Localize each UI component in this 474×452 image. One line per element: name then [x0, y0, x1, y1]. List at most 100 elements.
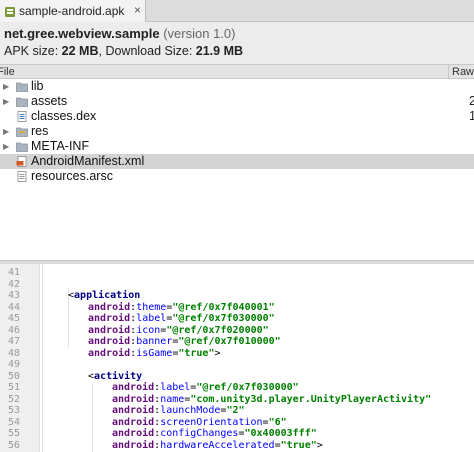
- code-line: 41: [0, 267, 474, 279]
- file-name: res: [31, 124, 49, 138]
- code-line: 47 android:banner="@ref/0x7f010000": [0, 336, 474, 348]
- file-name: assets: [31, 94, 68, 108]
- code-token-attr: label: [160, 382, 191, 393]
- close-tab-icon[interactable]: ×: [134, 4, 141, 17]
- folder-icon: [16, 81, 28, 92]
- package-line: net.gree.webview.sample (version 1.0): [4, 26, 235, 41]
- line-number: 49: [7, 359, 20, 370]
- res-folder-icon: [16, 126, 28, 137]
- code-line: 56 android:hardwareAccelerated="true">: [0, 440, 474, 452]
- code-line: 48 android:isGame="true">: [0, 348, 474, 360]
- code-token-ns: android: [88, 336, 131, 347]
- code-text: android:screenOrientation="6": [112, 417, 287, 429]
- code-token-val: "@ref/0x7f010000": [178, 336, 281, 347]
- column-header-file[interactable]: File: [0, 66, 15, 78]
- file-table-header: File Raw File Size: [0, 64, 474, 102]
- file-row-meta-inf[interactable]: ▶ META-INF: [0, 139, 474, 154]
- line-number: 45: [7, 313, 20, 324]
- code-token-val: "@ref/0x7f030000": [196, 382, 299, 393]
- apk-size-label: APK size:: [4, 44, 62, 58]
- expand-arrow-icon[interactable]: ▶: [3, 142, 9, 151]
- line-number: 51: [7, 382, 20, 393]
- code-text: android:launchMode="2": [112, 405, 245, 417]
- code-token-tag: application: [74, 290, 141, 301]
- file-raw-size: 1: [469, 109, 474, 123]
- apk-summary-header: net.gree.webview.sample (version 1.0) AP…: [0, 22, 474, 64]
- line-number: 42: [7, 278, 20, 290]
- code-text: android:theme="@ref/0x7f040001": [88, 302, 275, 314]
- code-text: android:isGame="true">: [88, 348, 221, 360]
- column-divider[interactable]: [448, 65, 449, 79]
- code-text: android:label="@ref/0x7f030000": [88, 313, 275, 325]
- file-row-lib[interactable]: ▶ lib: [0, 79, 474, 94]
- code-token-val: "6": [268, 416, 287, 428]
- code-token-ns: android: [112, 428, 155, 439]
- expand-arrow-icon[interactable]: ▶: [3, 127, 9, 136]
- code-token-attr: launchMode: [160, 405, 221, 416]
- code-token-ns: android: [88, 301, 131, 313]
- code-token-attr: label: [136, 313, 167, 324]
- code-token-punct: >: [316, 439, 323, 451]
- code-line: 51 android:label="@ref/0x7f030000": [0, 382, 474, 394]
- arsc-file-icon: [16, 171, 28, 182]
- code-token-attr: configChanges: [160, 428, 239, 439]
- code-text: android:icon="@ref/0x7f020000": [88, 325, 269, 337]
- line-number: 46: [7, 324, 20, 336]
- expand-arrow-icon[interactable]: ▶: [3, 97, 9, 106]
- dex-file-icon: [16, 111, 28, 122]
- code-token-attr: isGame: [136, 347, 173, 359]
- manifest-code-editor[interactable]: 41 42 43 <application 44 android:theme="@ref/…: [0, 264, 474, 452]
- code-line: 53 android:launchMode="2": [0, 405, 474, 417]
- download-size-label: , Download Size:: [98, 44, 196, 58]
- xml-file-icon: [16, 156, 28, 167]
- package-name: net.gree.webview.sample: [4, 26, 160, 41]
- code-text: android:banner="@ref/0x7f010000": [88, 336, 281, 348]
- folder-icon: [16, 141, 28, 152]
- file-row-classes-dex[interactable]: classes.dex 1: [0, 109, 474, 124]
- code-line: 45 android:label="@ref/0x7f030000": [0, 313, 474, 325]
- code-text: <activity: [88, 371, 142, 383]
- code-token-attr: hardwareAccelerated: [160, 439, 275, 451]
- line-number: 47: [7, 336, 20, 347]
- code-text: android:hardwareAccelerated="true">: [112, 440, 323, 452]
- line-number: 56: [7, 439, 20, 451]
- file-row-androidmanifest-xml[interactable]: AndroidManifest.xml: [0, 154, 474, 169]
- size-line: APK size: 22 MB, Download Size: 21.9 MB: [4, 44, 243, 58]
- line-number: 48: [7, 347, 20, 359]
- code-line: 43 <application: [0, 290, 474, 302]
- expand-arrow-icon[interactable]: ▶: [3, 82, 9, 91]
- file-row-res[interactable]: ▶ res: [0, 124, 474, 139]
- file-name: AndroidManifest.xml: [31, 154, 145, 168]
- file-row-resources-arsc[interactable]: resources.arsc: [0, 169, 474, 184]
- file-raw-size: 2: [469, 94, 474, 108]
- editor-tab-bar: sample-android.apk ×: [0, 0, 474, 22]
- code-token-val: "com.unity3d.player.UnityPlayerActivity": [190, 393, 432, 405]
- code-token-ns: android: [112, 393, 155, 405]
- file-row-assets[interactable]: ▶ assets 2: [0, 94, 474, 109]
- code-token-val: "2": [226, 405, 245, 416]
- file-tree: ▶ lib ▶ assets 2 classes.dex 1 ▶ res ▶ META-INF And…: [0, 79, 474, 260]
- code-token-attr: theme: [136, 301, 167, 313]
- code-line: 52 android:name="com.unity3d.player.Unity…: [0, 394, 474, 406]
- file-name: META-INF: [31, 139, 90, 153]
- download-size-value: 21.9 MB: [195, 44, 244, 58]
- line-number: 55: [7, 428, 20, 439]
- package-version: (version 1.0): [163, 26, 236, 41]
- code-token-punct: >: [214, 347, 221, 359]
- code-token-attr: name: [160, 393, 185, 405]
- code-token-val: "0x40003fff": [244, 428, 317, 439]
- line-number: 41: [7, 267, 20, 278]
- code-text: android:configChanges="0x40003fff": [112, 428, 317, 440]
- code-text: android:label="@ref/0x7f030000": [112, 382, 299, 394]
- code-token-attr: screenOrientation: [160, 416, 263, 428]
- code-line: 42: [0, 279, 474, 291]
- tab-sample-android-apk[interactable]: sample-android.apk ×: [0, 0, 146, 22]
- code-token-val: "true": [178, 347, 215, 359]
- file-name: lib: [31, 79, 44, 93]
- file-name: classes.dex: [31, 109, 97, 123]
- code-line: 54 android:screenOrientation="6": [0, 417, 474, 429]
- apk-size-value: 22 MB: [61, 44, 99, 58]
- apk-file-icon: [4, 5, 16, 17]
- code-token-ns: android: [112, 405, 155, 416]
- line-number: 43: [7, 290, 20, 301]
